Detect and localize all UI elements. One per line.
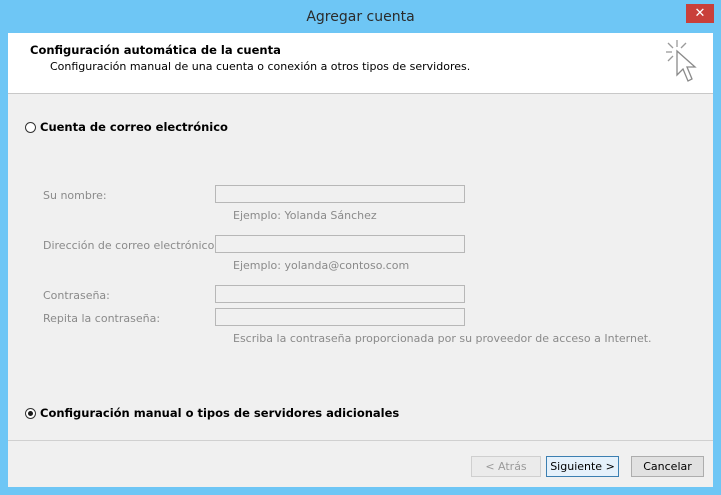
button-bar: < Atrás Siguiente > Cancelar (8, 441, 713, 487)
header-subtitle: Configuración manual de una cuenta o con… (50, 60, 471, 73)
back-button[interactable]: < Atrás (471, 456, 541, 477)
window-title: Agregar cuenta (306, 9, 415, 25)
cancel-button[interactable]: Cancelar (631, 456, 704, 477)
email-hint: Ejemplo: yolanda@contoso.com (233, 259, 410, 272)
body-panel: Cuenta de correo electrónico Su nombre: … (8, 94, 713, 441)
email-account-radio[interactable] (25, 121, 36, 133)
header-title: Configuración automática de la cuenta (30, 43, 281, 57)
header-panel: Configuración automática de la cuenta Co… (8, 33, 713, 94)
email-account-label: Cuenta de correo electrónico (40, 120, 228, 134)
password-hint: Escriba la contraseña proporcionada por … (233, 332, 652, 345)
manual-config-radio[interactable] (25, 407, 36, 419)
manual-config-option[interactable]: Configuración manual o tipos de servidor… (25, 406, 399, 420)
next-button[interactable]: Siguiente > (546, 456, 619, 477)
add-account-dialog: Agregar cuenta ✕ Configuración automátic… (0, 0, 721, 495)
password-repeat-input[interactable] (215, 308, 465, 326)
name-label: Su nombre: (43, 189, 107, 202)
cursor-sparkle-icon (666, 40, 697, 82)
email-label: Dirección de correo electrónico: (43, 239, 219, 252)
close-button[interactable]: ✕ (686, 4, 714, 23)
password-input[interactable] (215, 285, 465, 303)
manual-config-label: Configuración manual o tipos de servidor… (40, 406, 400, 420)
title-bar[interactable]: Agregar cuenta ✕ (0, 0, 721, 33)
name-input[interactable] (215, 185, 465, 203)
email-account-option[interactable]: Cuenta de correo electrónico (25, 120, 228, 134)
name-hint: Ejemplo: Yolanda Sánchez (233, 209, 377, 222)
email-input[interactable] (215, 235, 465, 253)
password-label: Contraseña: (43, 289, 110, 302)
password-repeat-label: Repita la contraseña: (43, 312, 161, 325)
